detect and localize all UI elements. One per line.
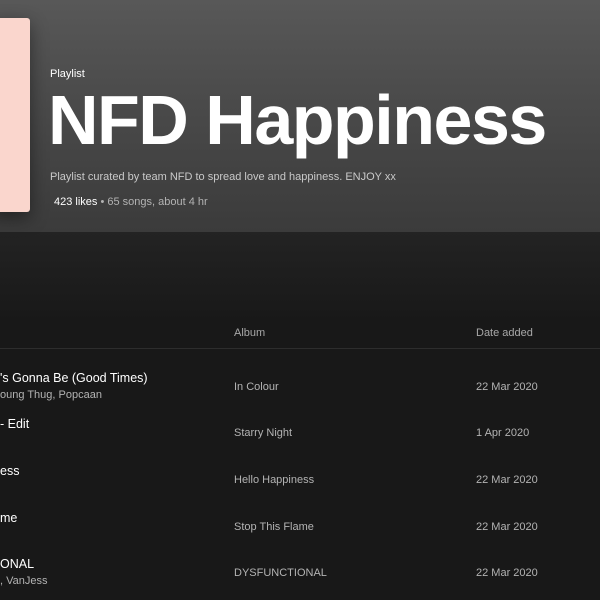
track-title[interactable]: 's Gonna Be (Good Times) bbox=[0, 371, 148, 385]
track-album[interactable]: Starry Night bbox=[234, 427, 292, 439]
track-title[interactable]: me bbox=[0, 511, 17, 525]
track-title[interactable]: - Edit bbox=[0, 417, 29, 431]
track-row[interactable]: ONAL , VanJess DYSFUNCTIONAL 22 Mar 2020 bbox=[0, 557, 600, 600]
playlist-title: NFD Happiness bbox=[48, 81, 547, 159]
track-row[interactable]: - Edit Starry Night 1 Apr 2020 bbox=[0, 417, 600, 463]
likes-count: 423 likes bbox=[54, 196, 98, 208]
meta-separator: • bbox=[97, 196, 108, 208]
track-artist[interactable]: oung Thug, Popcaan bbox=[0, 389, 102, 401]
playlist-meta: 423 likes • 65 songs, about 4 hr bbox=[54, 196, 208, 208]
track-title[interactable]: ONAL bbox=[0, 557, 34, 571]
track-artist[interactable]: , VanJess bbox=[0, 575, 48, 587]
track-album[interactable]: DYSFUNCTIONAL bbox=[234, 567, 327, 579]
track-row[interactable]: 's Gonna Be (Good Times) oung Thug, Popc… bbox=[0, 371, 600, 417]
playlist-cover-image[interactable] bbox=[0, 18, 30, 212]
track-date-added: 22 Mar 2020 bbox=[476, 474, 538, 486]
header-fade bbox=[0, 232, 600, 322]
songs-duration: 65 songs, about 4 hr bbox=[107, 196, 208, 208]
track-date-added: 1 Apr 2020 bbox=[476, 427, 530, 439]
track-row[interactable]: me Stop This Flame 22 Mar 2020 bbox=[0, 511, 600, 557]
track-album[interactable]: Stop This Flame bbox=[234, 521, 314, 533]
track-date-added: 22 Mar 2020 bbox=[476, 521, 538, 533]
playlist-type-label: Playlist bbox=[50, 68, 85, 80]
column-header-album[interactable]: Album bbox=[234, 327, 265, 339]
track-date-added: 22 Mar 2020 bbox=[476, 381, 538, 393]
track-album[interactable]: Hello Happiness bbox=[234, 474, 314, 486]
header-divider bbox=[0, 348, 600, 349]
track-album[interactable]: In Colour bbox=[234, 381, 279, 393]
track-title[interactable]: ess bbox=[0, 464, 19, 478]
track-row[interactable]: ess Hello Happiness 22 Mar 2020 bbox=[0, 464, 600, 510]
column-header-date-added[interactable]: Date added bbox=[476, 327, 533, 339]
track-date-added: 22 Mar 2020 bbox=[476, 567, 538, 579]
playlist-description: Playlist curated by team NFD to spread l… bbox=[50, 171, 396, 183]
